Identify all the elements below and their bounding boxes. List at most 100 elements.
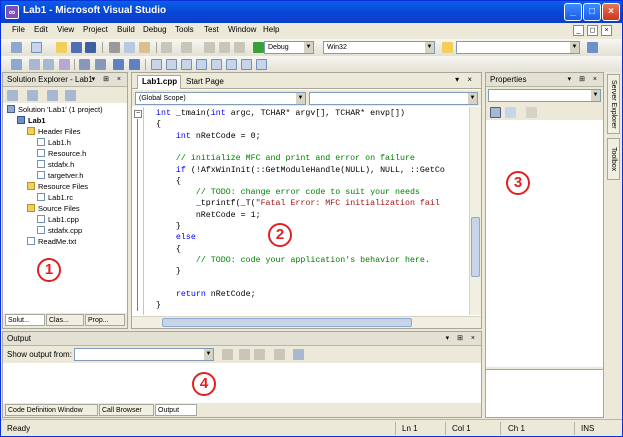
chevron-down-icon[interactable]: ▼: [425, 42, 434, 53]
menu-debug[interactable]: Debug: [143, 25, 167, 34]
increase-indent-icon[interactable]: [95, 59, 106, 70]
tab-call-browser[interactable]: Call Browser: [99, 404, 154, 416]
tree-item[interactable]: stdafx.h: [37, 160, 74, 170]
menu-file[interactable]: File: [12, 25, 25, 34]
solution-explorer-icon[interactable]: [587, 42, 598, 53]
menu-build[interactable]: Build: [117, 25, 135, 34]
mdi-restore-button[interactable]: ◻: [587, 25, 598, 36]
tree-item[interactable]: Resource.h: [37, 149, 86, 159]
add-item-icon[interactable]: [31, 42, 42, 53]
mdi-minimize-button[interactable]: _: [573, 25, 584, 36]
toolbar-icon[interactable]: [211, 59, 222, 70]
tab-start-page[interactable]: Start Page: [183, 76, 225, 88]
navigate-forward-icon[interactable]: [219, 42, 230, 53]
server-explorer-tab[interactable]: Server Explorer: [607, 74, 620, 134]
property-pages-icon[interactable]: [526, 107, 537, 118]
close-button[interactable]: ×: [602, 3, 620, 21]
scrollbar-thumb[interactable]: [471, 217, 480, 277]
output-header[interactable]: Output ▾ ⊞ ×: [3, 332, 481, 346]
go-to-previous-icon[interactable]: [239, 349, 250, 360]
collapse-icon[interactable]: −: [134, 110, 142, 118]
toolbar-icon[interactable]: [241, 59, 252, 70]
go-to-next-icon[interactable]: [254, 349, 265, 360]
menu-view[interactable]: View: [57, 25, 74, 34]
toolbar-icon[interactable]: [43, 59, 54, 70]
properties-object-combo[interactable]: ▼: [488, 89, 601, 102]
chevron-down-icon[interactable]: ▼: [468, 93, 477, 104]
panel-controls[interactable]: ▾ ⊞ ×: [568, 73, 600, 86]
show-all-files-icon[interactable]: [27, 90, 38, 101]
open-file-icon[interactable]: [56, 42, 67, 53]
tab-solution-explorer[interactable]: Solut...: [5, 314, 45, 326]
tree-item[interactable]: Header Files: [27, 127, 81, 137]
title-bar[interactable]: ∞ Lab1 - Microsoft Visual Studio _ □ ×: [1, 1, 622, 23]
paste-icon[interactable]: [139, 42, 150, 53]
tab-code-definition-window[interactable]: Code Definition Window: [5, 404, 98, 416]
chevron-down-icon[interactable]: ▼: [591, 90, 600, 101]
tree-item[interactable]: Source Files: [27, 204, 80, 214]
categorized-icon[interactable]: [490, 107, 501, 118]
toolbox-tab[interactable]: Toolbox: [607, 138, 620, 180]
tab-property-manager[interactable]: Prop...: [85, 314, 125, 326]
configuration-combo[interactable]: Debug ▼: [264, 41, 314, 54]
menu-tools[interactable]: Tools: [175, 25, 194, 34]
menu-help[interactable]: Help: [263, 25, 279, 34]
tree-item[interactable]: ReadMe.txt: [27, 237, 76, 247]
tree-item[interactable]: Solution 'Lab1' (1 project): [7, 105, 103, 115]
view-class-diagram-icon[interactable]: [65, 90, 76, 101]
tree-item[interactable]: stdafx.cpp: [37, 226, 82, 236]
tree-item[interactable]: Lab1.h: [37, 138, 71, 148]
tab-lab1-cpp[interactable]: Lab1.cpp: [137, 75, 181, 89]
toolbar-icon[interactable]: [59, 59, 70, 70]
copy-icon[interactable]: [124, 42, 135, 53]
menu-window[interactable]: Window: [228, 25, 256, 34]
find-in-files-icon[interactable]: [442, 42, 453, 53]
toolbar-icon[interactable]: [11, 59, 22, 70]
decrease-indent-icon[interactable]: [79, 59, 90, 70]
output-text-area[interactable]: [3, 363, 481, 403]
chevron-down-icon[interactable]: ▼: [296, 93, 305, 104]
solution-explorer-header[interactable]: Solution Explorer - Lab1 ▾ ⊞ ×: [3, 73, 127, 87]
properties-icon[interactable]: [7, 90, 18, 101]
toolbar-icon[interactable]: [256, 59, 267, 70]
properties-header[interactable]: Properties ▾ ⊞ ×: [486, 73, 603, 87]
find-combo[interactable]: ▼: [456, 41, 580, 54]
tab-output[interactable]: Output: [155, 404, 197, 416]
tree-item[interactable]: Lab1: [17, 116, 46, 126]
member-combo[interactable]: ▼: [309, 92, 478, 105]
toolbar-icon[interactable]: [166, 59, 177, 70]
toolbar-icon[interactable]: [196, 59, 207, 70]
output-source-combo[interactable]: ▼: [74, 348, 214, 361]
redo-icon[interactable]: [181, 42, 192, 53]
navigate-icon[interactable]: [234, 42, 245, 53]
tree-item[interactable]: targetver.h: [37, 171, 83, 181]
word-wrap-icon[interactable]: [293, 349, 304, 360]
editor-tab-controls[interactable]: ▾ ×: [455, 75, 475, 84]
horizontal-scrollbar[interactable]: [132, 316, 481, 328]
menu-test[interactable]: Test: [204, 25, 219, 34]
chevron-down-icon[interactable]: ▼: [304, 42, 313, 53]
refresh-icon[interactable]: [47, 90, 58, 101]
scrollbar-thumb[interactable]: [162, 318, 412, 327]
panel-controls[interactable]: ▾ ⊞ ×: [92, 73, 124, 86]
mdi-close-button[interactable]: ×: [601, 25, 612, 36]
minimize-button[interactable]: _: [564, 3, 582, 21]
tree-item[interactable]: Lab1.cpp: [37, 215, 79, 225]
start-debugging-icon[interactable]: [253, 42, 264, 53]
clear-all-icon[interactable]: [274, 349, 285, 360]
cut-icon[interactable]: [109, 42, 120, 53]
navigate-back-icon[interactable]: [204, 42, 215, 53]
code-text-area[interactable]: int _tmain(int argc, TCHAR* argv[], TCHA…: [156, 107, 468, 315]
tab-class-view[interactable]: Clas...: [46, 314, 84, 326]
save-all-icon[interactable]: [85, 42, 96, 53]
chevron-down-icon[interactable]: ▼: [570, 42, 579, 53]
vs-logo-icon[interactable]: ∞: [5, 5, 19, 19]
toolbar-icon[interactable]: [151, 59, 162, 70]
chevron-down-icon[interactable]: ▼: [204, 349, 213, 360]
uncomment-icon[interactable]: [129, 59, 140, 70]
save-icon[interactable]: [71, 42, 82, 53]
tree-item[interactable]: Lab1.rc: [37, 193, 73, 203]
menu-project[interactable]: Project: [83, 25, 108, 34]
maximize-button[interactable]: □: [583, 3, 601, 21]
alphabetical-icon[interactable]: [505, 107, 516, 118]
